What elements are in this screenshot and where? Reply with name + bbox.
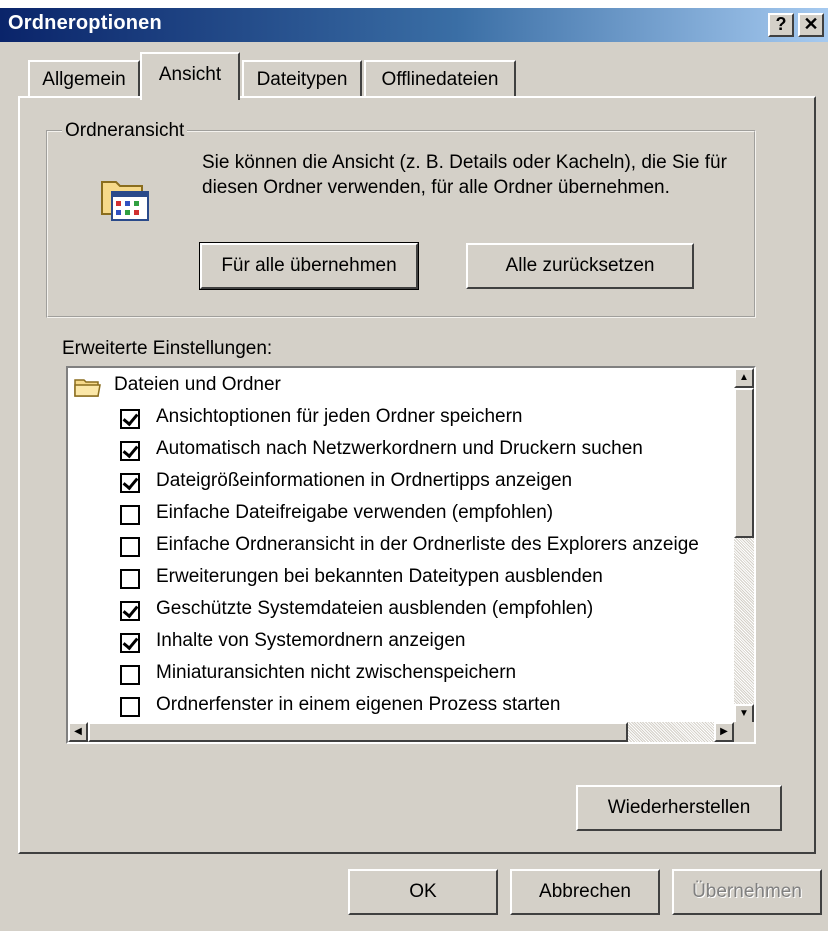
checkbox[interactable] [120, 537, 140, 557]
horizontal-scrollbar[interactable]: ◀ ▶ [68, 722, 734, 742]
reset-all-button[interactable]: Alle zurücksetzen [466, 243, 694, 289]
close-icon: ✕ [803, 14, 819, 34]
advanced-settings-list[interactable]: Dateien und Ordner Ansichtoptionen für j… [66, 366, 756, 744]
cancel-button[interactable]: Abbrechen [510, 869, 660, 915]
list-item[interactable]: Einfache Dateifreigabe verwenden (empfoh… [68, 498, 728, 530]
scroll-right-button[interactable]: ▶ [714, 722, 734, 742]
apply-button[interactable]: Übernehmen [672, 869, 822, 915]
apply-all-button[interactable]: Für alle übernehmen [199, 242, 419, 290]
list-item[interactable]: Erweiterungen bei bekannten Dateitypen a… [68, 562, 728, 594]
checkbox[interactable] [120, 441, 140, 461]
ok-button[interactable]: OK [348, 869, 498, 915]
title-bar[interactable]: Ordneroptionen ? ✕ [0, 8, 828, 42]
checkbox[interactable] [120, 665, 140, 685]
list-item[interactable]: Ansichtoptionen für jeden Ordner speiche… [68, 402, 728, 434]
checkbox[interactable] [120, 505, 140, 525]
scroll-down-button[interactable]: ▼ [734, 704, 754, 724]
tab-offlinedateien[interactable]: Offlinedateien [364, 60, 516, 100]
tab-dateitypen[interactable]: Dateitypen [242, 60, 362, 100]
list-item-label: Miniaturansichten nicht zwischenspeicher… [156, 662, 517, 683]
help-button[interactable]: ? [768, 13, 794, 37]
checkbox[interactable] [120, 601, 140, 621]
list-item-label: Ordnerfenster in einem eigenen Prozess s… [156, 694, 561, 715]
list-item-label: Erweiterungen bei bekannten Dateitypen a… [156, 566, 603, 587]
checkbox[interactable] [120, 569, 140, 589]
list-item[interactable]: Dateigrößeinformationen in Ordnertipps a… [68, 466, 728, 498]
list-item-label: Einfache Ordneransicht in der Ordnerlist… [156, 534, 699, 555]
vertical-scrollbar[interactable]: ▲ ▼ [734, 368, 754, 724]
checkbox[interactable] [120, 473, 140, 493]
checkbox[interactable] [120, 409, 140, 429]
list-item[interactable]: Ordnerfenster in einem eigenen Prozess s… [68, 690, 728, 722]
list-item[interactable]: Miniaturansichten nicht zwischenspeicher… [68, 658, 728, 690]
window-title: Ordneroptionen [8, 12, 162, 34]
list-item-label: Geschützte Systemdateien ausblenden (emp… [156, 598, 594, 619]
list-item-label: Dateigrößeinformationen in Ordnertipps a… [156, 470, 573, 491]
tab-ansicht[interactable]: Ansicht [140, 52, 240, 100]
list-item[interactable]: Geschützte Systemdateien ausblenden (emp… [68, 594, 728, 626]
close-button[interactable]: ✕ [798, 13, 824, 37]
scroll-left-button[interactable]: ◀ [68, 722, 88, 742]
restore-defaults-button[interactable]: Wiederherstellen [576, 785, 782, 831]
folder-icon [74, 376, 102, 398]
list-item-label: Ansichtoptionen für jeden Ordner speiche… [156, 406, 523, 427]
list-item-label: Automatisch nach Netzwerkordnern und Dru… [156, 438, 643, 459]
list-item[interactable]: Einfache Ordneransicht in der Ordnerlist… [68, 530, 734, 562]
list-item[interactable]: Automatisch nach Netzwerkordnern und Dru… [68, 434, 728, 466]
scroll-up-button[interactable]: ▲ [734, 368, 754, 388]
horizontal-scroll-thumb[interactable] [88, 722, 628, 742]
tree-root-item[interactable]: Dateien und Ordner [68, 370, 728, 402]
tree-root-label: Dateien und Ordner [114, 374, 281, 395]
list-item-label: Einfache Dateifreigabe verwenden (empfoh… [156, 502, 554, 523]
apply-button-label: Übernehmen [692, 881, 802, 902]
list-item-label: Inhalte von Systemordnern anzeigen [156, 630, 466, 651]
checkbox[interactable] [120, 697, 140, 717]
vertical-scroll-thumb[interactable] [734, 388, 754, 538]
tab-allgemein[interactable]: Allgemein [28, 60, 140, 100]
checkbox[interactable] [120, 633, 140, 653]
list-item[interactable]: Inhalte von Systemordnern anzeigen [68, 626, 728, 658]
top-strip [0, 0, 828, 8]
scrollbar-corner [734, 722, 754, 742]
